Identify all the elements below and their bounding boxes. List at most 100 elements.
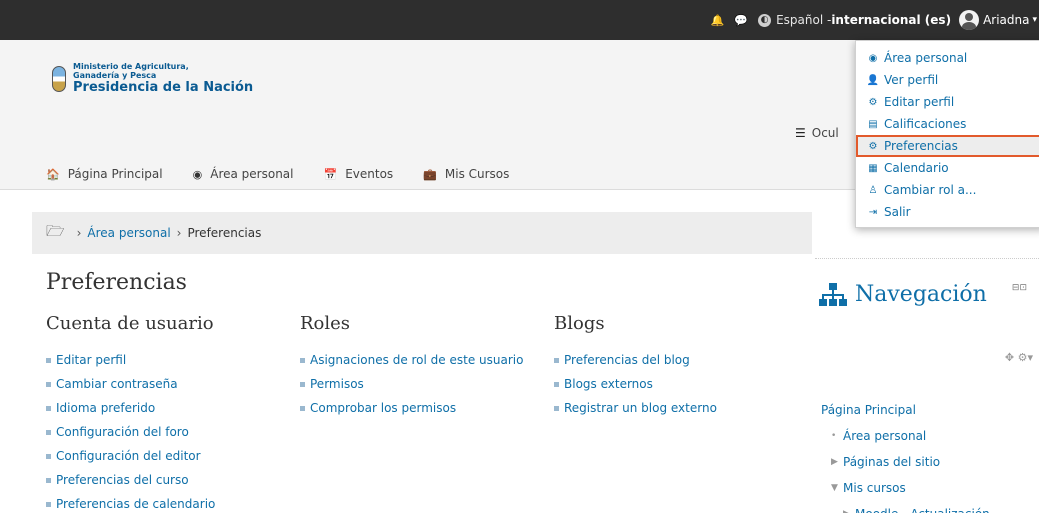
column-heading: Cuenta de usuario xyxy=(46,313,214,334)
page-title: Preferencias xyxy=(46,270,187,295)
external-blogs-link[interactable]: Blogs externos xyxy=(564,372,653,396)
preferred-language-link[interactable]: Idioma preferido xyxy=(56,396,155,420)
list-item: ▼ Mis cursos xyxy=(821,475,990,501)
nav-item-my-courses[interactable]: 💼 Mis Cursos xyxy=(423,167,509,181)
menu-item-preferences[interactable]: ⚙ Preferencias xyxy=(856,135,1039,157)
course-preferences-link[interactable]: Preferencias del curso xyxy=(56,468,189,492)
coat-of-arms-icon xyxy=(52,65,66,92)
menu-item-logout[interactable]: ⇥ Salir xyxy=(856,201,1039,223)
blog-preferences-link[interactable]: Preferencias del blog xyxy=(564,348,690,372)
logo-line-3: Presidencia de la Nación xyxy=(73,80,254,95)
breadcrumb-dashboard[interactable]: Área personal xyxy=(87,226,170,240)
column-heading: Blogs xyxy=(554,313,605,334)
nav-item-dashboard[interactable]: ◉ Área personal xyxy=(193,167,294,181)
folder-icon: 🗁 xyxy=(46,221,65,240)
list-item: Registrar un blog externo xyxy=(554,396,717,420)
cog-icon: ⚙ xyxy=(868,96,878,108)
list-item: Permisos xyxy=(300,372,523,396)
list-item: Preferencias de calendario xyxy=(46,492,215,513)
nav-tree-my-courses[interactable]: Mis cursos xyxy=(843,475,906,501)
top-navbar: 🔔 💬 ◐ Español - internacional (es) Ariad… xyxy=(0,0,1039,40)
caret-right-icon: ▶ xyxy=(843,501,855,513)
site-logo[interactable]: Ministerio de Agricultura, Ganadería y P… xyxy=(52,62,253,95)
list-item: Idioma preferido xyxy=(46,396,215,420)
nav-tree-dashboard[interactable]: Área personal xyxy=(843,423,926,449)
change-password-link[interactable]: Cambiar contraseña xyxy=(56,372,178,396)
nav-tree-site-pages[interactable]: Páginas del sitio xyxy=(843,449,940,475)
list-item: Configuración del editor xyxy=(46,444,215,468)
editor-settings-link[interactable]: Configuración del editor xyxy=(56,444,201,468)
nav-item-label: Mis Cursos xyxy=(444,167,510,181)
list-item: Blogs externos xyxy=(554,372,717,396)
user-outline-icon: ♙ xyxy=(868,184,878,196)
user-dropdown-menu: ◉ Área personal 👤 Ver perfil ⚙ Editar perfi… xyxy=(855,40,1039,228)
list-item: Cambiar contraseña xyxy=(46,372,215,396)
caret-right-icon: ▶ xyxy=(831,457,838,467)
language-selector[interactable]: ◐ Español - internacional (es) xyxy=(758,13,951,27)
menu-item-grades[interactable]: ▤ Calificaciones xyxy=(856,113,1039,135)
language-current: internacional (es) xyxy=(831,13,952,27)
menu-item-calendar[interactable]: ▦ Calendario xyxy=(856,157,1039,179)
breadcrumb-separator: › xyxy=(176,226,182,240)
list-item: • Área personal xyxy=(821,423,990,449)
menu-item-edit-profile[interactable]: ⚙ Editar perfil xyxy=(856,91,1039,113)
bell-icon[interactable]: 🔔 xyxy=(711,14,725,27)
nav-tree-home[interactable]: Página Principal xyxy=(821,397,916,423)
chat-icon[interactable]: 💬 xyxy=(734,14,748,27)
list-item: Página Principal xyxy=(821,397,990,423)
collapse-dock-icons[interactable]: ⊟⊡ xyxy=(1012,283,1027,293)
list-item: ▶ Páginas del sitio xyxy=(821,449,990,475)
nav-item-label: Área personal xyxy=(210,167,294,181)
chevron-down-icon: ▾ xyxy=(1032,15,1037,25)
hide-blocks-button[interactable]: ☰ Ocul xyxy=(795,126,839,140)
blogs-column: Blogs Preferencias del blog Blogs extern… xyxy=(554,313,717,420)
logo-line-2: Ganadería y Pesca xyxy=(73,71,157,80)
navigation-block-title: Navegación xyxy=(819,277,999,313)
calendar-icon: ▦ xyxy=(868,162,878,174)
user-account-column: Cuenta de usuario Editar perfil Cambiar … xyxy=(46,313,215,513)
nav-item-home[interactable]: 🏠 Página Principal xyxy=(46,167,163,181)
calendar-preferences-link[interactable]: Preferencias de calendario xyxy=(56,492,215,513)
nav-item-label: Eventos xyxy=(345,167,394,181)
table-icon: ▤ xyxy=(868,118,878,130)
nav-item-events[interactable]: 📅 Eventos xyxy=(323,167,393,181)
navigation-title-text: Navegación xyxy=(855,282,987,307)
logo-line-1: Ministerio de Agricultura, xyxy=(73,62,189,71)
outdent-icon: ☰ xyxy=(795,126,806,140)
hide-blocks-label: Ocul xyxy=(811,126,839,140)
menu-item-view-profile[interactable]: 👤 Ver perfil xyxy=(856,69,1039,91)
check-permissions-link[interactable]: Comprobar los permisos xyxy=(310,396,456,420)
list-item: ▶Moodle - Actualización xyxy=(821,501,990,513)
register-external-blog-link[interactable]: Registrar un blog externo xyxy=(564,396,717,420)
language-prefix: Español - xyxy=(776,13,832,27)
block-actions-gear-icon[interactable]: ✥ ⚙▾ xyxy=(1005,351,1033,364)
list-item: Preferencias del curso xyxy=(46,468,215,492)
nav-tree-course[interactable]: Moodle - Actualización xyxy=(855,501,990,513)
list-item: Configuración del foro xyxy=(46,420,215,444)
breadcrumb-separator: › xyxy=(76,226,82,240)
permissions-link[interactable]: Permisos xyxy=(310,372,364,396)
menu-item-dashboard[interactable]: ◉ Área personal xyxy=(856,47,1039,69)
list-item: Editar perfil xyxy=(46,348,215,372)
navigation-block: Navegación ⊟⊡ ✥ ⚙▾ Página Principal • Áre… xyxy=(815,258,1039,513)
sitemap-icon xyxy=(819,283,847,307)
navigation-tree: Página Principal • Área personal ▶ Páginas… xyxy=(821,397,990,513)
sign-out-icon: ⇥ xyxy=(868,206,878,218)
role-assignments-link[interactable]: Asignaciones de rol de este usuario xyxy=(310,348,523,372)
breadcrumb-current: Preferencias xyxy=(187,226,262,240)
roles-column: Roles Asignaciones de rol de este usuari… xyxy=(300,313,523,420)
list-item: Asignaciones de rol de este usuario xyxy=(300,348,523,372)
user-name: Ariadna xyxy=(983,13,1030,27)
list-item: Preferencias del blog xyxy=(554,348,717,372)
wrench-icon: ⚙ xyxy=(868,140,878,152)
user-menu-toggle[interactable]: Ariadna ▾ xyxy=(959,10,1039,30)
nav-item-label: Página Principal xyxy=(67,167,163,181)
menu-item-switch-role[interactable]: ♙ Cambiar rol a... xyxy=(856,179,1039,201)
forum-settings-link[interactable]: Configuración del foro xyxy=(56,420,189,444)
dashboard-icon: ◉ xyxy=(192,167,203,181)
avatar xyxy=(959,10,980,30)
dashboard-icon: ◉ xyxy=(868,52,878,64)
list-item: Comprobar los permisos xyxy=(300,396,523,420)
caret-down-icon: ▼ xyxy=(831,483,838,493)
edit-profile-link[interactable]: Editar perfil xyxy=(56,348,126,372)
